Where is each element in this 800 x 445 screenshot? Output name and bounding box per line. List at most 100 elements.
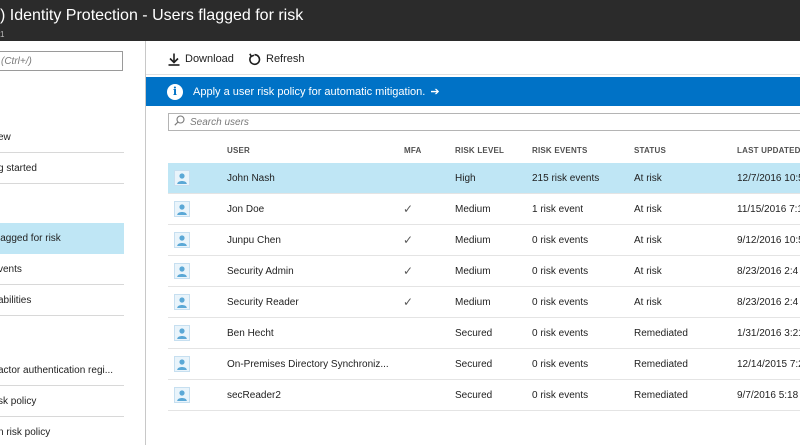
refresh-button[interactable]: Refresh [248, 50, 305, 68]
download-button[interactable]: Download [168, 50, 234, 68]
page-subtitle: 1 [0, 30, 5, 39]
nav-item-getting-started[interactable]: g started [0, 153, 124, 184]
search-placeholder: Search users [190, 116, 249, 128]
nav-item-label: g started [0, 163, 37, 174]
nav-item-users-flagged-for-risk[interactable]: lagged for risk [0, 223, 124, 254]
command-bar: Download Refresh [146, 41, 800, 75]
cell-user: secReader2 [227, 390, 281, 401]
table-row[interactable]: Junpu Chen Medium 0 risk events At risk 9/12… [168, 225, 800, 256]
cell-risk-events: 0 risk events [532, 328, 589, 339]
cell-user: Jon Doe [227, 204, 265, 215]
table-row[interactable]: Security Admin Medium 0 risk events At risk… [168, 256, 800, 287]
cell-risk-level: Secured [455, 328, 493, 339]
user-avatar-icon [174, 294, 190, 310]
cell-last-updated: 11/15/2016 7:1 [737, 204, 800, 215]
cell-last-updated: 8/23/2016 2:4 [737, 266, 799, 277]
table-header: USER MFA RISK LEVEL RISK EVENTS STATUS L… [146, 139, 800, 161]
cell-risk-events: 0 risk events [532, 297, 589, 308]
nav-item-mfa-registration[interactable]: actor authentication regi... [0, 355, 124, 386]
search-users-input[interactable]: Search users [168, 113, 800, 131]
nav-item-sign-in-risk-policy[interactable]: n risk policy [0, 417, 124, 445]
nav-item-label: actor authentication regi... [0, 365, 114, 376]
cell-user: Ben Hecht [227, 328, 274, 339]
refresh-label: Refresh [266, 53, 305, 65]
mfa-checkmark-icon: ✓ [403, 233, 414, 247]
column-header-user[interactable]: USER [227, 146, 250, 155]
cell-risk-events: 0 risk events [532, 235, 589, 246]
nav-item-label: abilities [0, 295, 32, 306]
cell-risk-level: Medium [455, 204, 491, 215]
download-icon [168, 53, 180, 66]
cell-risk-events: 1 risk event [532, 204, 584, 215]
cell-status: At risk [634, 297, 662, 308]
mfa-checkmark-icon: ✓ [403, 295, 414, 309]
cell-risk-level: Secured [455, 390, 493, 401]
cell-status: At risk [634, 235, 662, 246]
mfa-checkmark-icon: ✓ [403, 264, 414, 278]
cell-status: Remediated [634, 390, 688, 401]
cell-status: At risk [634, 173, 662, 184]
policy-banner[interactable]: i Apply a user risk policy for automatic… [146, 77, 800, 106]
page-title: ) Identity Protection - Users flagged fo… [0, 7, 304, 24]
left-nav-pane: (Ctrl+/) ew g started lagged for risk ve… [0, 41, 146, 445]
blade-header: ) Identity Protection - Users flagged fo… [0, 0, 800, 41]
table-row[interactable]: Ben Hecht Secured 0 risk events Remediated 1… [168, 318, 800, 349]
info-icon: i [167, 83, 183, 100]
cell-risk-level: Medium [455, 266, 491, 277]
cell-user: Security Admin [227, 266, 294, 277]
column-header-last-updated[interactable]: LAST UPDATED [737, 146, 800, 155]
nav-item-label: vents [0, 264, 22, 275]
cell-user: Security Reader [227, 297, 299, 308]
column-header-risk-level[interactable]: RISK LEVEL [455, 146, 504, 155]
arrow-right-icon: ➔ [430, 86, 440, 98]
cell-status: Remediated [634, 359, 688, 370]
nav-item-label: lagged for risk [0, 233, 61, 244]
mfa-checkmark-icon: ✓ [403, 202, 414, 216]
cell-user: Junpu Chen [227, 235, 281, 246]
table-row[interactable]: Security Reader Medium 0 risk events At ris… [168, 287, 800, 318]
nav-item-user-risk-policy[interactable]: sk policy [0, 386, 124, 417]
cell-last-updated: 9/7/2016 5:18 [737, 390, 799, 401]
nav-item-label: sk policy [0, 396, 37, 407]
column-header-status[interactable]: STATUS [634, 146, 666, 155]
cell-last-updated: 8/23/2016 2:4 [737, 297, 799, 308]
nav-item-label: ew [0, 132, 11, 143]
cell-risk-events: 0 risk events [532, 359, 589, 370]
cell-risk-level: Medium [455, 235, 491, 246]
cell-user: On-Premises Directory Synchroniz... [227, 359, 389, 370]
search-icon [174, 115, 185, 129]
cell-status: At risk [634, 204, 662, 215]
user-avatar-icon [174, 263, 190, 279]
refresh-icon [248, 52, 261, 66]
menu-search-input[interactable]: (Ctrl+/) [0, 51, 123, 71]
user-avatar-icon [174, 170, 190, 186]
download-label: Download [185, 53, 234, 65]
cell-status: At risk [634, 266, 662, 277]
nav-item-overview[interactable]: ew [0, 122, 124, 153]
cell-risk-level: High [455, 173, 476, 184]
cell-risk-level: Secured [455, 359, 493, 370]
cell-risk-events: 215 risk events [532, 173, 600, 184]
table-row[interactable]: secReader2 Secured 0 risk events Remediated… [168, 380, 800, 411]
user-avatar-icon [174, 356, 190, 372]
column-header-risk-events[interactable]: RISK EVENTS [532, 146, 588, 155]
cell-last-updated: 12/7/2016 10:5 [737, 173, 800, 184]
main-content: Download Refresh i Apply a user risk pol… [146, 41, 800, 445]
cell-last-updated: 9/12/2016 10:5 [737, 235, 800, 246]
column-header-mfa[interactable]: MFA [404, 146, 422, 155]
user-avatar-icon [174, 201, 190, 217]
nav-item-vulnerabilities[interactable]: abilities [0, 285, 124, 316]
cell-status: Remediated [634, 328, 688, 339]
cell-risk-level: Medium [455, 297, 491, 308]
cell-user: John Nash [227, 173, 275, 184]
table-row[interactable]: On-Premises Directory Synchroniz... Secur… [168, 349, 800, 380]
table-row[interactable]: Jon Doe Medium 1 risk event At risk 11/15/20… [168, 194, 800, 225]
user-avatar-icon [174, 232, 190, 248]
user-avatar-icon [174, 325, 190, 341]
table-row[interactable]: John Nash High 215 risk events At risk 12/7/… [168, 163, 800, 194]
nav-item-label: n risk policy [0, 427, 51, 438]
banner-message: Apply a user risk policy for automatic m… [193, 85, 426, 98]
user-avatar-icon [174, 387, 190, 403]
nav-item-risk-events[interactable]: vents [0, 254, 124, 285]
cell-last-updated: 1/31/2016 3:21 [737, 328, 800, 339]
